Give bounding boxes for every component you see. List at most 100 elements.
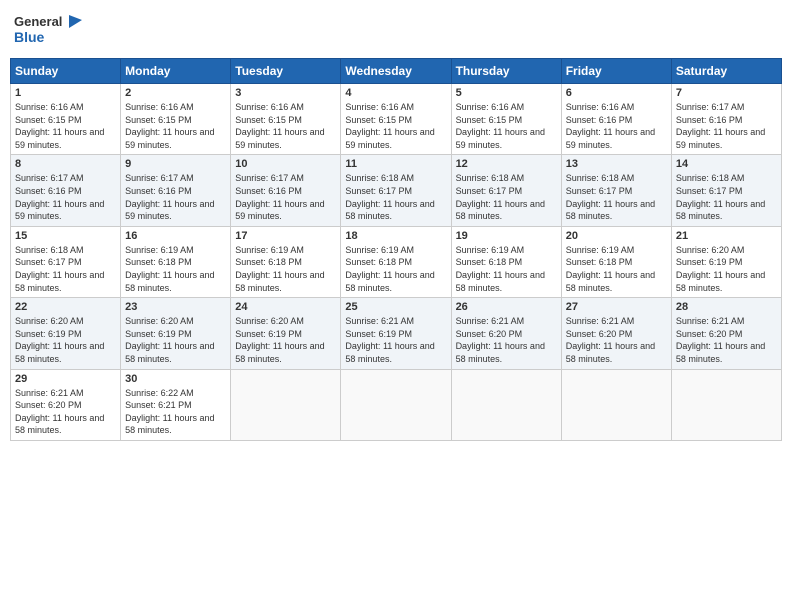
- calendar-cell: 11 Sunrise: 6:18 AM Sunset: 6:17 PM Dayl…: [341, 155, 451, 226]
- calendar-cell: 1 Sunrise: 6:16 AM Sunset: 6:15 PM Dayli…: [11, 84, 121, 155]
- day-info: Sunrise: 6:20 AM Sunset: 6:19 PM Dayligh…: [676, 244, 777, 294]
- day-number: 14: [676, 158, 777, 170]
- logo-svg: General Blue: [14, 10, 84, 50]
- day-info: Sunrise: 6:16 AM Sunset: 6:15 PM Dayligh…: [15, 101, 116, 151]
- day-info: Sunrise: 6:21 AM Sunset: 6:20 PM Dayligh…: [15, 387, 116, 437]
- day-number: 13: [566, 158, 667, 170]
- day-number: 7: [676, 87, 777, 99]
- day-number: 27: [566, 301, 667, 313]
- calendar-cell: 5 Sunrise: 6:16 AM Sunset: 6:15 PM Dayli…: [451, 84, 561, 155]
- weekday-header: Tuesday: [231, 59, 341, 84]
- calendar-cell: 2 Sunrise: 6:16 AM Sunset: 6:15 PM Dayli…: [121, 84, 231, 155]
- calendar-cell: 25 Sunrise: 6:21 AM Sunset: 6:19 PM Dayl…: [341, 298, 451, 369]
- calendar-cell: 18 Sunrise: 6:19 AM Sunset: 6:18 PM Dayl…: [341, 226, 451, 297]
- calendar-cell: 19 Sunrise: 6:19 AM Sunset: 6:18 PM Dayl…: [451, 226, 561, 297]
- day-number: 2: [125, 87, 226, 99]
- day-number: 11: [345, 158, 446, 170]
- day-info: Sunrise: 6:17 AM Sunset: 6:16 PM Dayligh…: [15, 172, 116, 222]
- day-info: Sunrise: 6:19 AM Sunset: 6:18 PM Dayligh…: [125, 244, 226, 294]
- calendar-cell: 27 Sunrise: 6:21 AM Sunset: 6:20 PM Dayl…: [561, 298, 671, 369]
- weekday-header: Thursday: [451, 59, 561, 84]
- day-number: 21: [676, 230, 777, 242]
- day-number: 5: [456, 87, 557, 99]
- day-info: Sunrise: 6:22 AM Sunset: 6:21 PM Dayligh…: [125, 387, 226, 437]
- day-number: 6: [566, 87, 667, 99]
- day-info: Sunrise: 6:18 AM Sunset: 6:17 PM Dayligh…: [456, 172, 557, 222]
- day-number: 16: [125, 230, 226, 242]
- calendar-cell: 24 Sunrise: 6:20 AM Sunset: 6:19 PM Dayl…: [231, 298, 341, 369]
- day-number: 29: [15, 373, 116, 385]
- header: General Blue: [10, 10, 782, 50]
- day-info: Sunrise: 6:20 AM Sunset: 6:19 PM Dayligh…: [15, 315, 116, 365]
- weekday-header: Saturday: [671, 59, 781, 84]
- day-info: Sunrise: 6:19 AM Sunset: 6:18 PM Dayligh…: [345, 244, 446, 294]
- day-info: Sunrise: 6:16 AM Sunset: 6:15 PM Dayligh…: [345, 101, 446, 151]
- day-number: 25: [345, 301, 446, 313]
- day-number: 24: [235, 301, 336, 313]
- calendar-week-row: 15 Sunrise: 6:18 AM Sunset: 6:17 PM Dayl…: [11, 226, 782, 297]
- day-number: 3: [235, 87, 336, 99]
- calendar-week-row: 1 Sunrise: 6:16 AM Sunset: 6:15 PM Dayli…: [11, 84, 782, 155]
- calendar-cell: 29 Sunrise: 6:21 AM Sunset: 6:20 PM Dayl…: [11, 369, 121, 440]
- day-info: Sunrise: 6:19 AM Sunset: 6:18 PM Dayligh…: [566, 244, 667, 294]
- calendar-cell: 21 Sunrise: 6:20 AM Sunset: 6:19 PM Dayl…: [671, 226, 781, 297]
- calendar-week-row: 22 Sunrise: 6:20 AM Sunset: 6:19 PM Dayl…: [11, 298, 782, 369]
- logo: General Blue: [14, 10, 84, 50]
- day-info: Sunrise: 6:21 AM Sunset: 6:20 PM Dayligh…: [456, 315, 557, 365]
- calendar-cell: [341, 369, 451, 440]
- day-number: 1: [15, 87, 116, 99]
- weekday-header: Wednesday: [341, 59, 451, 84]
- day-info: Sunrise: 6:20 AM Sunset: 6:19 PM Dayligh…: [125, 315, 226, 365]
- day-info: Sunrise: 6:20 AM Sunset: 6:19 PM Dayligh…: [235, 315, 336, 365]
- weekday-header: Friday: [561, 59, 671, 84]
- day-number: 4: [345, 87, 446, 99]
- calendar-cell: 12 Sunrise: 6:18 AM Sunset: 6:17 PM Dayl…: [451, 155, 561, 226]
- calendar-table: SundayMondayTuesdayWednesdayThursdayFrid…: [10, 58, 782, 441]
- day-info: Sunrise: 6:18 AM Sunset: 6:17 PM Dayligh…: [345, 172, 446, 222]
- calendar-cell: 28 Sunrise: 6:21 AM Sunset: 6:20 PM Dayl…: [671, 298, 781, 369]
- day-number: 9: [125, 158, 226, 170]
- calendar-cell: 4 Sunrise: 6:16 AM Sunset: 6:15 PM Dayli…: [341, 84, 451, 155]
- day-info: Sunrise: 6:16 AM Sunset: 6:15 PM Dayligh…: [456, 101, 557, 151]
- calendar-cell: [231, 369, 341, 440]
- day-number: 28: [676, 301, 777, 313]
- day-info: Sunrise: 6:16 AM Sunset: 6:16 PM Dayligh…: [566, 101, 667, 151]
- day-number: 17: [235, 230, 336, 242]
- calendar-cell: 20 Sunrise: 6:19 AM Sunset: 6:18 PM Dayl…: [561, 226, 671, 297]
- calendar-cell: 7 Sunrise: 6:17 AM Sunset: 6:16 PM Dayli…: [671, 84, 781, 155]
- calendar-cell: [561, 369, 671, 440]
- day-number: 23: [125, 301, 226, 313]
- day-number: 19: [456, 230, 557, 242]
- day-number: 22: [15, 301, 116, 313]
- calendar-cell: 16 Sunrise: 6:19 AM Sunset: 6:18 PM Dayl…: [121, 226, 231, 297]
- day-info: Sunrise: 6:21 AM Sunset: 6:20 PM Dayligh…: [566, 315, 667, 365]
- day-info: Sunrise: 6:21 AM Sunset: 6:20 PM Dayligh…: [676, 315, 777, 365]
- calendar-week-row: 8 Sunrise: 6:17 AM Sunset: 6:16 PM Dayli…: [11, 155, 782, 226]
- day-info: Sunrise: 6:18 AM Sunset: 6:17 PM Dayligh…: [15, 244, 116, 294]
- day-info: Sunrise: 6:18 AM Sunset: 6:17 PM Dayligh…: [566, 172, 667, 222]
- svg-text:General: General: [14, 14, 62, 29]
- day-info: Sunrise: 6:18 AM Sunset: 6:17 PM Dayligh…: [676, 172, 777, 222]
- day-info: Sunrise: 6:17 AM Sunset: 6:16 PM Dayligh…: [676, 101, 777, 151]
- calendar-cell: 26 Sunrise: 6:21 AM Sunset: 6:20 PM Dayl…: [451, 298, 561, 369]
- weekday-header: Monday: [121, 59, 231, 84]
- day-info: Sunrise: 6:17 AM Sunset: 6:16 PM Dayligh…: [125, 172, 226, 222]
- weekday-header: Sunday: [11, 59, 121, 84]
- day-info: Sunrise: 6:17 AM Sunset: 6:16 PM Dayligh…: [235, 172, 336, 222]
- day-number: 15: [15, 230, 116, 242]
- calendar-cell: 6 Sunrise: 6:16 AM Sunset: 6:16 PM Dayli…: [561, 84, 671, 155]
- day-info: Sunrise: 6:16 AM Sunset: 6:15 PM Dayligh…: [235, 101, 336, 151]
- calendar-header-row: SundayMondayTuesdayWednesdayThursdayFrid…: [11, 59, 782, 84]
- day-number: 30: [125, 373, 226, 385]
- calendar-cell: 3 Sunrise: 6:16 AM Sunset: 6:15 PM Dayli…: [231, 84, 341, 155]
- calendar-cell: 13 Sunrise: 6:18 AM Sunset: 6:17 PM Dayl…: [561, 155, 671, 226]
- calendar-cell: 9 Sunrise: 6:17 AM Sunset: 6:16 PM Dayli…: [121, 155, 231, 226]
- calendar-cell: 17 Sunrise: 6:19 AM Sunset: 6:18 PM Dayl…: [231, 226, 341, 297]
- svg-text:Blue: Blue: [14, 29, 45, 45]
- day-number: 20: [566, 230, 667, 242]
- day-number: 10: [235, 158, 336, 170]
- day-number: 12: [456, 158, 557, 170]
- day-number: 26: [456, 301, 557, 313]
- day-info: Sunrise: 6:19 AM Sunset: 6:18 PM Dayligh…: [235, 244, 336, 294]
- calendar-cell: 14 Sunrise: 6:18 AM Sunset: 6:17 PM Dayl…: [671, 155, 781, 226]
